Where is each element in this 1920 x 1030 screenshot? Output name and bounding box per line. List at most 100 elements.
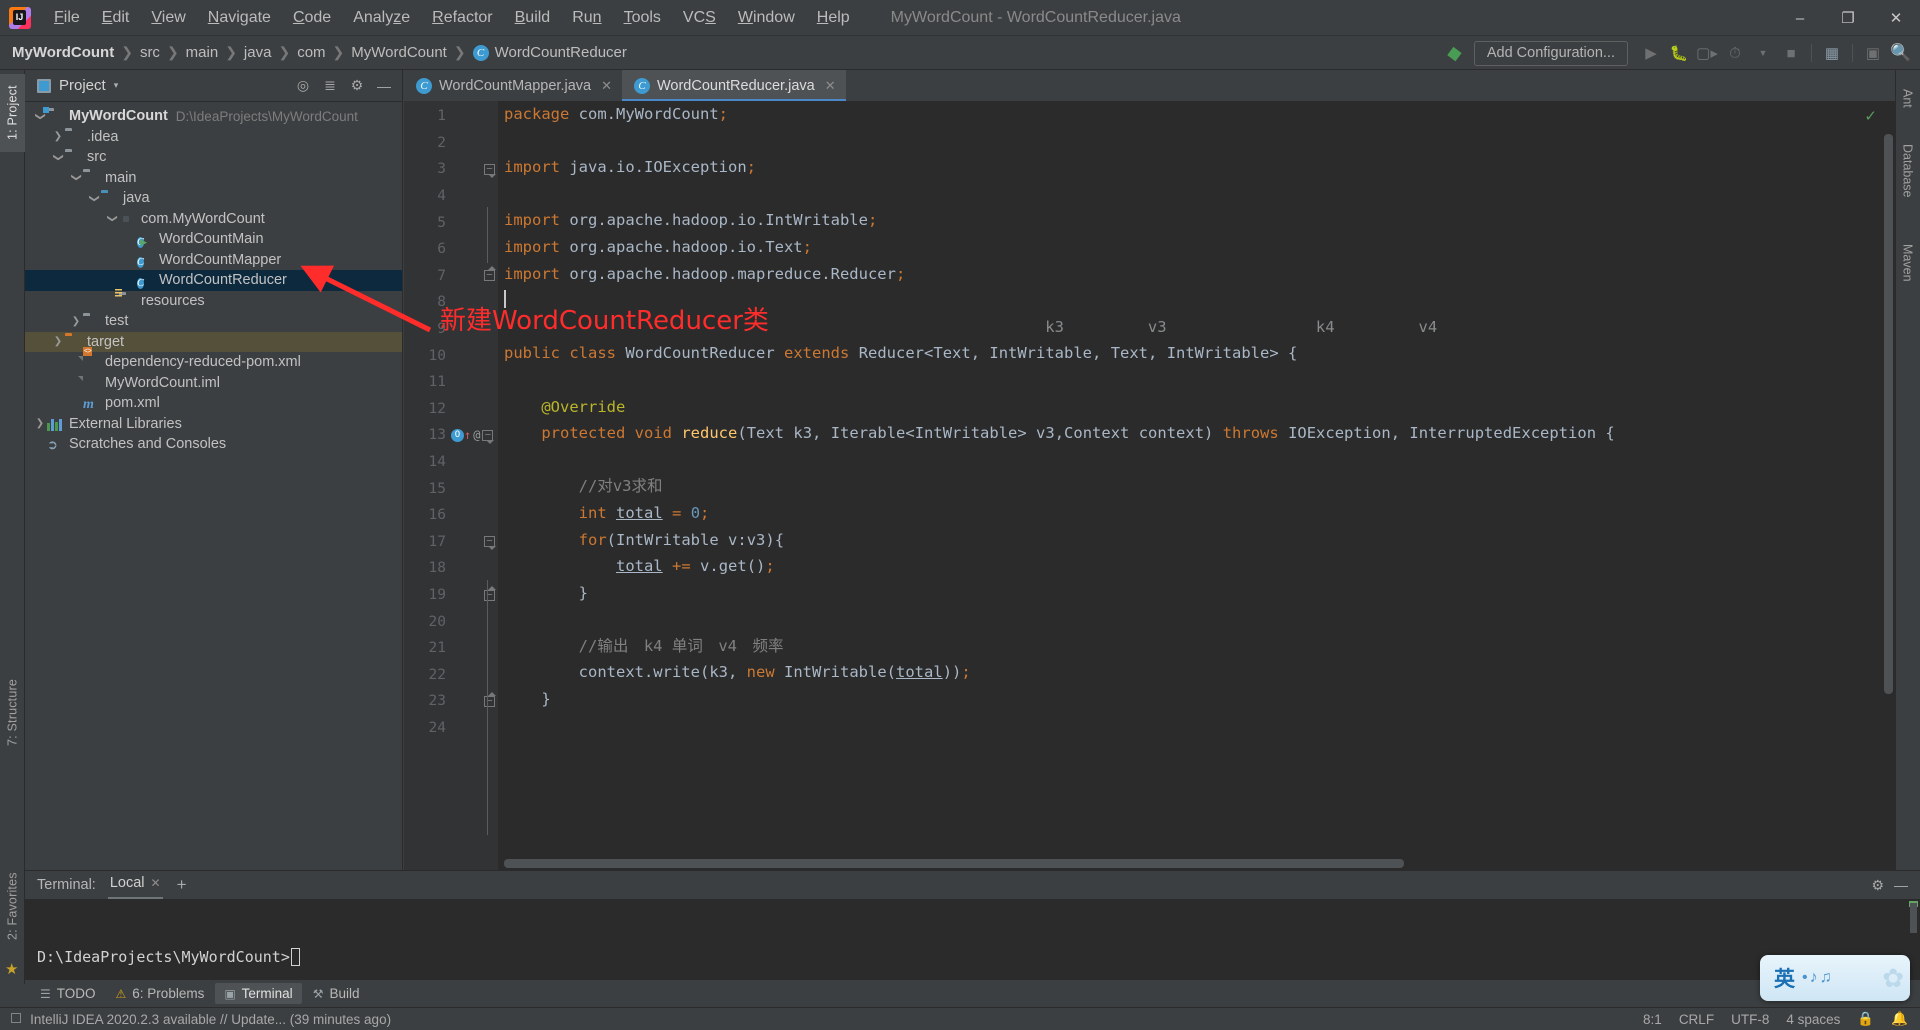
add-configuration-button[interactable]: Add Configuration...	[1473, 40, 1628, 66]
tool-button-build[interactable]: ⚒ Build	[304, 983, 369, 1004]
caret-position[interactable]: 8:1	[1643, 1012, 1662, 1027]
run-coverage-icon[interactable]: ▢▸	[1694, 40, 1720, 66]
breadcrumb-item-mywordcount[interactable]: MyWordCount	[12, 44, 114, 61]
fold-icon[interactable]: –	[482, 429, 495, 444]
tree-node-main[interactable]: ❯ main	[25, 168, 402, 189]
fold-icon[interactable]: –	[484, 266, 496, 282]
fold-icon[interactable]: –	[484, 691, 496, 707]
bottom-tool-buttons[interactable]: ☰ TODO ⚠ 6: Problems ▣ Terminal ⚒ Build	[25, 980, 1920, 1007]
minimize-button[interactable]: –	[1776, 0, 1824, 36]
settings-gear-icon[interactable]: ⚙	[345, 74, 369, 98]
menu-refactor[interactable]: Refactor	[421, 6, 503, 30]
sidebar-item-database[interactable]: Database	[1895, 130, 1920, 212]
menu-run[interactable]: Run	[561, 6, 612, 30]
update-icon[interactable]: ▣	[1860, 40, 1886, 66]
breadcrumb-item-wordcountreducer[interactable]: C WordCountReducer	[472, 44, 627, 61]
close-icon[interactable]: ✕	[151, 876, 161, 890]
maximize-button[interactable]: ❐	[1824, 0, 1872, 36]
menu-analyze[interactable]: Analyze	[342, 6, 421, 30]
close-icon[interactable]: ✕	[601, 78, 612, 94]
notification-icon[interactable]: 🔔	[1891, 1011, 1908, 1027]
favorites-star-icon[interactable]: ★	[5, 960, 18, 978]
chevron-right-icon[interactable]: ❯	[51, 131, 65, 142]
tool-button-terminal[interactable]: ▣ Terminal	[215, 983, 302, 1004]
chevron-down-icon[interactable]: ▾	[114, 80, 119, 91]
tree-node-com-mywordcount[interactable]: ❯ com.MyWordCount	[25, 209, 402, 230]
code-text[interactable]: package com.MyWordCount; import java.io.I…	[498, 101, 1895, 870]
editor-vertical-scrollbar[interactable]	[1882, 132, 1895, 856]
locate-icon[interactable]: ◎	[291, 74, 315, 98]
tree-node-resources[interactable]: resources	[25, 289, 402, 312]
chevron-down-icon[interactable]: ▼	[1750, 40, 1776, 66]
file-encoding[interactable]: UTF-8	[1731, 1012, 1769, 1027]
editor-tabs[interactable]: C WordCountMapper.java ✕ C WordCountReducer.…	[404, 70, 1895, 101]
hide-panel-icon[interactable]: —	[1894, 877, 1908, 894]
breadcrumb-item-src[interactable]: src	[140, 44, 160, 61]
chevron-down-icon[interactable]: ❯	[71, 171, 82, 185]
lock-icon[interactable]: 🔒	[1857, 1011, 1874, 1027]
project-tree[interactable]: ❯ MyWordCount D:\IdeaProjects\MyWordCount ❯…	[25, 102, 402, 870]
indent-setting[interactable]: 4 spaces	[1786, 1012, 1840, 1027]
terminal-output[interactable]: D:\IdeaProjects\MyWordCount>	[25, 899, 1920, 980]
sidebar-item-project[interactable]: 1: Project	[0, 74, 25, 152]
sidebar-item-structure[interactable]: 7: Structure	[0, 664, 25, 760]
tree-node-dependency-reduced-pom-xml[interactable]: <> dependency-reduced-pom.xml	[25, 346, 402, 373]
chevron-right-icon[interactable]: ❯	[51, 336, 65, 347]
fold-icon[interactable]: –	[484, 163, 496, 178]
tree-node-scratches-and-consoles[interactable]: ➲ Scratches and Consoles	[25, 434, 402, 455]
chevron-down-icon[interactable]: ❯	[53, 150, 64, 164]
editor-tab-wordcountreducer[interactable]: C WordCountReducer.java ✕	[621, 70, 846, 101]
terminal-scrollbar[interactable]	[1910, 903, 1917, 933]
run-icon[interactable]: ▶	[1638, 40, 1664, 66]
breadcrumb-item-main[interactable]: main	[186, 44, 219, 61]
tree-node-target[interactable]: ❯ target	[25, 331, 402, 352]
tool-button-todo[interactable]: ☰ TODO	[31, 983, 105, 1004]
menu-navigate[interactable]: Navigate	[197, 6, 282, 30]
breadcrumb-item-com[interactable]: com	[297, 44, 325, 61]
new-terminal-button[interactable]: +	[177, 875, 187, 895]
sidebar-item-maven[interactable]: Maven	[1895, 230, 1920, 296]
menu-edit[interactable]: Edit	[91, 6, 141, 30]
breadcrumb-item-mywordcount[interactable]: MyWordCount	[351, 44, 447, 61]
ime-mode-label[interactable]: 英	[1774, 963, 1795, 993]
hide-panel-icon[interactable]: —	[372, 74, 396, 98]
tree-node-mywordcount[interactable]: ❯ MyWordCount D:\IdeaProjects\MyWordCount	[25, 106, 402, 127]
tree-node-wordcountmain[interactable]: C ▶ WordCountMain	[25, 229, 402, 250]
tree-node-wordcountreducer[interactable]: C WordCountReducer	[25, 270, 402, 291]
fold-icon[interactable]: –	[484, 585, 496, 601]
menu-file[interactable]: File	[43, 6, 91, 30]
tree-node-mywordcount-iml[interactable]: MyWordCount.iml	[25, 373, 402, 394]
tree-node--idea[interactable]: ❯ .idea	[25, 127, 402, 148]
breadcrumb-item-java[interactable]: java	[244, 44, 272, 61]
code-editor[interactable]: 1 2 3–4 5 6 7–8 9 10 11 12 13 O ↑ @ –14 15 16 17–18 19–20 2…	[404, 101, 1895, 870]
menu-help[interactable]: Help	[806, 6, 861, 30]
hammer-icon[interactable]: ◆	[1446, 41, 1464, 66]
editor-horizontal-scrollbar[interactable]	[498, 857, 1882, 870]
menu-window[interactable]: Window	[727, 6, 806, 30]
fold-icon[interactable]: –	[484, 536, 496, 551]
menu-code[interactable]: Code	[282, 6, 342, 30]
override-marker-icon[interactable]: O	[451, 428, 464, 442]
sidebar-item-favorites[interactable]: 2: Favorites	[0, 860, 25, 952]
editor-tab-wordcountmapper[interactable]: C WordCountMapper.java ✕	[404, 70, 622, 101]
chevron-right-icon[interactable]: ❯	[69, 316, 83, 327]
terminal-tab-local[interactable]: Local ✕	[107, 875, 163, 900]
stop-icon[interactable]: ■	[1778, 40, 1804, 66]
close-button[interactable]: ✕	[1872, 0, 1920, 36]
tool-button-6-problems[interactable]: ⚠ 6: Problems	[107, 983, 214, 1004]
line-separator[interactable]: CRLF	[1679, 1012, 1714, 1027]
sidebar-item-ant[interactable]: Ant	[1895, 76, 1920, 120]
tree-node-external-libraries[interactable]: ❯ External Libraries	[25, 414, 402, 435]
status-message[interactable]: IntelliJ IDEA 2020.2.3 available // Upda…	[30, 1012, 391, 1027]
tree-node-wordcountmapper[interactable]: C WordCountMapper	[25, 250, 402, 271]
chevron-down-icon[interactable]: ❯	[89, 191, 100, 205]
menu-tools[interactable]: Tools	[613, 6, 672, 30]
close-icon[interactable]: ✕	[825, 78, 836, 94]
tree-node-java[interactable]: ❯ java	[25, 188, 402, 209]
tree-node-src[interactable]: ❯ src	[25, 147, 402, 168]
menu-vcs[interactable]: VCS	[672, 6, 727, 30]
tree-node-test[interactable]: ❯ test	[25, 311, 402, 332]
search-icon[interactable]: 🔍	[1888, 40, 1914, 66]
collapse-all-icon[interactable]: ≣	[318, 74, 342, 98]
debug-icon[interactable]: 🐛	[1666, 40, 1692, 66]
